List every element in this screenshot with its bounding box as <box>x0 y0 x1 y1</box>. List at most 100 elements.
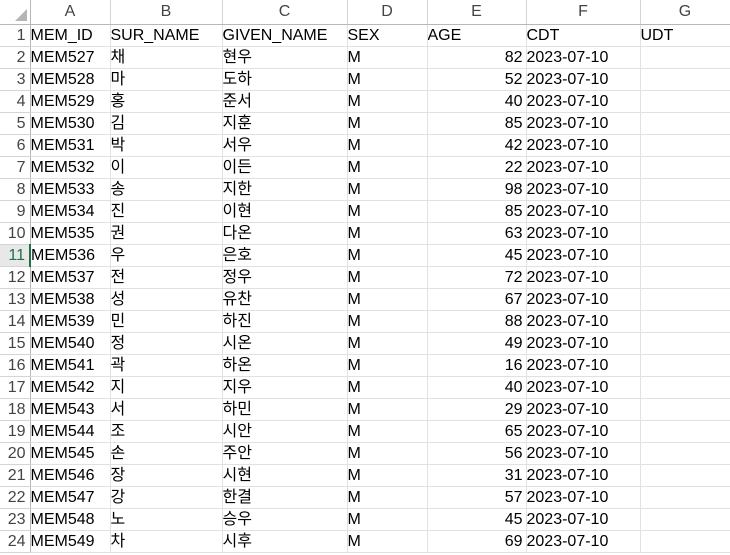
cell-f[interactable]: 2023-07-10 <box>526 530 641 553</box>
cell-c[interactable]: 현우 <box>222 46 348 69</box>
cell-f[interactable]: 2023-07-10 <box>526 508 641 531</box>
column-header-f[interactable]: F <box>526 0 641 25</box>
cell-b[interactable]: 채 <box>110 46 223 69</box>
cell-g[interactable] <box>640 398 730 421</box>
cell-e[interactable]: AGE <box>427 24 527 47</box>
cell-b[interactable]: 마 <box>110 68 223 91</box>
cell-d[interactable]: M <box>347 486 428 509</box>
row-header[interactable]: 4 <box>0 90 31 113</box>
cell-c[interactable]: 시안 <box>222 420 348 443</box>
cell-a[interactable]: MEM539 <box>30 310 111 333</box>
cell-f[interactable]: 2023-07-10 <box>526 134 641 157</box>
cell-b[interactable]: 지 <box>110 376 223 399</box>
cell-d[interactable]: M <box>347 244 428 267</box>
cell-g[interactable] <box>640 530 730 553</box>
cell-f[interactable]: 2023-07-10 <box>526 288 641 311</box>
column-header-a[interactable]: A <box>30 0 111 25</box>
cell-b[interactable]: 송 <box>110 178 223 201</box>
cell-g[interactable] <box>640 178 730 201</box>
cell-d[interactable]: M <box>347 46 428 69</box>
cell-d[interactable]: M <box>347 530 428 553</box>
cell-c[interactable]: 승우 <box>222 508 348 531</box>
cell-c[interactable]: 주안 <box>222 442 348 465</box>
cell-c[interactable]: 유찬 <box>222 288 348 311</box>
cell-g[interactable] <box>640 90 730 113</box>
cell-a[interactable]: MEM535 <box>30 222 111 245</box>
cell-e[interactable]: 85 <box>427 112 527 135</box>
cell-f[interactable]: 2023-07-10 <box>526 112 641 135</box>
cell-b[interactable]: 차 <box>110 530 223 553</box>
cell-d[interactable]: M <box>347 178 428 201</box>
cell-f[interactable]: 2023-07-10 <box>526 46 641 69</box>
cell-c[interactable]: 시온 <box>222 332 348 355</box>
cell-f[interactable]: 2023-07-10 <box>526 332 641 355</box>
cell-g[interactable] <box>640 68 730 91</box>
cell-e[interactable]: 63 <box>427 222 527 245</box>
cell-b[interactable]: 장 <box>110 464 223 487</box>
row-header[interactable]: 10 <box>0 222 31 245</box>
cell-g[interactable]: UDT <box>640 24 730 47</box>
cell-d[interactable]: M <box>347 442 428 465</box>
cell-c[interactable]: 시현 <box>222 464 348 487</box>
cell-a[interactable]: MEM531 <box>30 134 111 157</box>
cell-e[interactable]: 42 <box>427 134 527 157</box>
cell-b[interactable]: 우 <box>110 244 223 267</box>
cell-c[interactable]: 다온 <box>222 222 348 245</box>
cell-e[interactable]: 29 <box>427 398 527 421</box>
cell-f[interactable]: 2023-07-10 <box>526 464 641 487</box>
cell-g[interactable] <box>640 266 730 289</box>
cell-g[interactable] <box>640 134 730 157</box>
row-header[interactable]: 21 <box>0 464 31 487</box>
column-header-c[interactable]: C <box>222 0 348 25</box>
cell-e[interactable]: 45 <box>427 508 527 531</box>
cell-e[interactable]: 22 <box>427 156 527 179</box>
cell-f[interactable]: 2023-07-10 <box>526 222 641 245</box>
row-header[interactable]: 23 <box>0 508 31 531</box>
cell-f[interactable]: 2023-07-10 <box>526 398 641 421</box>
cell-a[interactable]: MEM538 <box>30 288 111 311</box>
cell-b[interactable]: 홍 <box>110 90 223 113</box>
column-header-g[interactable]: G <box>640 0 730 25</box>
cell-g[interactable] <box>640 288 730 311</box>
cell-g[interactable] <box>640 464 730 487</box>
cell-a[interactable]: MEM536 <box>30 244 111 267</box>
row-header[interactable]: 19 <box>0 420 31 443</box>
cell-f[interactable]: 2023-07-10 <box>526 310 641 333</box>
cell-d[interactable]: M <box>347 354 428 377</box>
cell-e[interactable]: 98 <box>427 178 527 201</box>
cell-e[interactable]: 67 <box>427 288 527 311</box>
cell-e[interactable]: 57 <box>427 486 527 509</box>
row-header[interactable]: 12 <box>0 266 31 289</box>
cell-c[interactable]: 하민 <box>222 398 348 421</box>
cell-e[interactable]: 85 <box>427 200 527 223</box>
cell-b[interactable]: 손 <box>110 442 223 465</box>
cell-b[interactable]: 민 <box>110 310 223 333</box>
cell-a[interactable]: MEM_ID <box>30 24 111 47</box>
cell-c[interactable]: 서우 <box>222 134 348 157</box>
cell-d[interactable]: M <box>347 376 428 399</box>
cell-c[interactable]: 시후 <box>222 530 348 553</box>
row-header[interactable]: 6 <box>0 134 31 157</box>
cell-a[interactable]: MEM534 <box>30 200 111 223</box>
cell-a[interactable]: MEM546 <box>30 464 111 487</box>
cell-c[interactable]: 은호 <box>222 244 348 267</box>
cell-a[interactable]: MEM541 <box>30 354 111 377</box>
cell-d[interactable]: M <box>347 200 428 223</box>
cell-e[interactable]: 52 <box>427 68 527 91</box>
cell-c[interactable]: 하온 <box>222 354 348 377</box>
cell-f[interactable]: 2023-07-10 <box>526 376 641 399</box>
cell-f[interactable]: 2023-07-10 <box>526 244 641 267</box>
cell-d[interactable]: M <box>347 420 428 443</box>
cell-e[interactable]: 16 <box>427 354 527 377</box>
cell-a[interactable]: MEM549 <box>30 530 111 553</box>
row-header[interactable]: 20 <box>0 442 31 465</box>
cell-a[interactable]: MEM543 <box>30 398 111 421</box>
cell-b[interactable]: 정 <box>110 332 223 355</box>
cell-f[interactable]: 2023-07-10 <box>526 420 641 443</box>
row-header[interactable]: 22 <box>0 486 31 509</box>
cell-b[interactable]: 전 <box>110 266 223 289</box>
cell-d[interactable]: M <box>347 112 428 135</box>
cell-e[interactable]: 49 <box>427 332 527 355</box>
cell-g[interactable] <box>640 508 730 531</box>
cell-g[interactable] <box>640 354 730 377</box>
